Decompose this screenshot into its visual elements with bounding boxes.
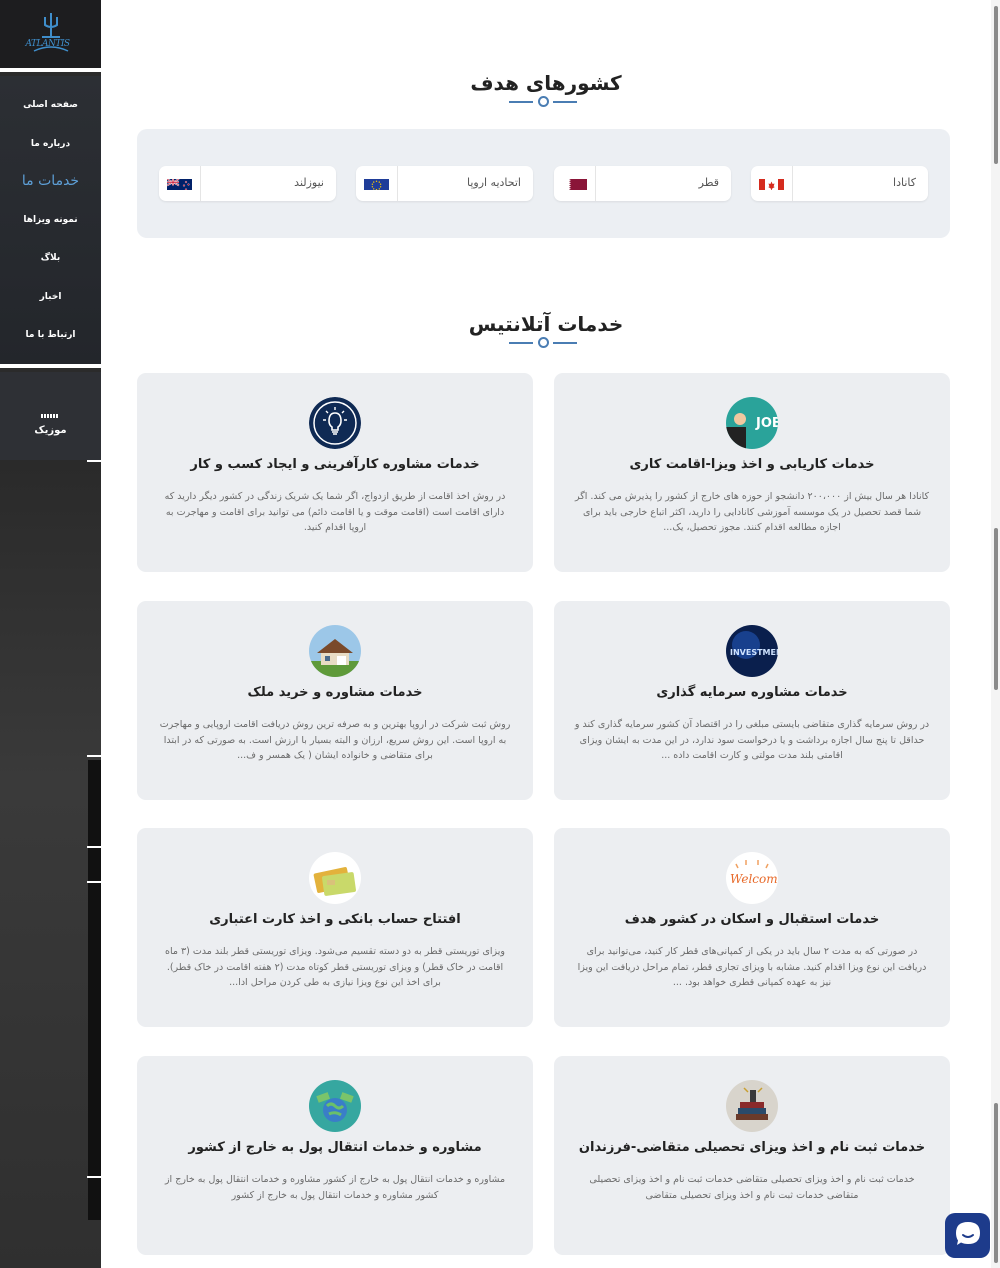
scrollbar-thumb[interactable] (994, 6, 998, 164)
page-scrollbar[interactable] (991, 0, 1000, 1268)
sidebar: ATLANTIS صفحه اصلی درباره ما خدمات ما نم… (0, 0, 101, 1268)
chat-widget-button[interactable] (945, 1213, 990, 1258)
equalizer-icon (41, 413, 59, 420)
money-globe-icon (309, 1080, 361, 1132)
credit-card-icon (309, 852, 361, 904)
logo-text: ATLANTIS (25, 39, 71, 49)
sidebar-tick (87, 755, 101, 757)
card-description: کانادا هر سال بیش از ۲۰۰،۰۰۰ دانشجو از ح… (574, 491, 930, 533)
card-title: خدمات استقبال و اسکان در کشور هدف (624, 912, 880, 927)
house-icon (309, 625, 361, 677)
card-title: خدمات مشاوره کارآفرینی و ایجاد کسب و کار (190, 457, 480, 472)
svg-text:INVESTMENT: INVESTMENT (730, 648, 778, 657)
card-title: خدمات مشاوره و خرید ملک (247, 685, 423, 700)
country-name: اتحادیه اروپا (466, 176, 521, 189)
card-description: روش ثبت شرکت در اروپا بهترین و به صرفه ت… (159, 719, 511, 761)
service-card-investment[interactable]: INVESTMENT خدمات مشاوره سرمایه گذاری در … (554, 601, 950, 800)
nav-item-about[interactable]: درباره ما (0, 139, 101, 149)
card-description: در صورتی که به مدت ۲ سال باید در یکی از … (577, 946, 927, 988)
sidebar-tick (87, 846, 101, 848)
music-label: موزیک (34, 425, 67, 436)
service-card-job[interactable]: JOB خدمات کاریابی و اخذ ویزا-اقامت کاری … (554, 373, 950, 572)
job-icon: JOB (726, 397, 778, 449)
card-description: در روش سرمایه گذاری متقاضی بایستی مبلغی … (574, 719, 930, 761)
country-canada[interactable]: کانادا (751, 166, 928, 201)
card-title: مشاوره و خدمات انتقال پول به خارج از کشو… (188, 1140, 482, 1155)
sidebar-tick (87, 881, 101, 883)
nav-item-visa-samples[interactable]: نمونه ویزاها (0, 215, 101, 225)
service-card-bank-account[interactable]: افتتاح حساب بانکی و اخذ کارت اعتباری ویز… (137, 828, 533, 1027)
scrollbar-thumb[interactable] (994, 528, 998, 690)
card-description: ویزای توریستی قطر به دو دسته تقسیم می‌شو… (165, 946, 505, 988)
lightbulb-icon (309, 397, 361, 449)
svg-text:JOB: JOB (755, 416, 778, 431)
countries-panel: کانادا قطر اتحادیه اروپا نیوزلند (137, 129, 950, 238)
books-icon (726, 1080, 778, 1132)
card-description: خدمات ثبت نام و اخذ ویزای تحصیلی متقاضی … (589, 1174, 915, 1201)
card-title: خدمات مشاوره سرمایه گذاری (656, 685, 848, 700)
chat-bubble-icon (953, 1219, 983, 1253)
country-name: قطر (698, 176, 719, 189)
nav-item-blog[interactable]: بلاگ (0, 253, 101, 263)
card-title: افتتاح حساب بانکی و اخذ کارت اعتباری (209, 912, 461, 927)
svg-text:Welcome: Welcome (730, 872, 778, 886)
scrollbar-thumb[interactable] (994, 1103, 998, 1263)
card-description: در روش اخذ اقامت از طریق ازدواج، اگر شما… (164, 491, 506, 533)
nav-item-services[interactable]: خدمات ما (0, 173, 101, 189)
title-divider (509, 96, 577, 108)
welcome-icon: Welcome (726, 852, 778, 904)
nav-item-home[interactable]: صفحه اصلی (0, 100, 101, 110)
sidebar-tick (87, 460, 101, 462)
title-divider (509, 337, 577, 349)
country-name: نیوزلند (294, 176, 324, 189)
sidebar-nav: صفحه اصلی درباره ما خدمات ما نمونه ویزاه… (0, 76, 101, 368)
card-description: مشاوره و خدمات انتقال پول به خارج از کشو… (164, 1174, 506, 1201)
service-card-money-transfer[interactable]: مشاوره و خدمات انتقال پول به خارج از کشو… (137, 1056, 533, 1255)
country-eu[interactable]: اتحادیه اروپا (356, 166, 533, 201)
investment-icon: INVESTMENT (726, 625, 778, 677)
country-new-zealand[interactable]: نیوزلند (159, 166, 336, 201)
service-card-student-visa[interactable]: خدمات ثبت نام و اخذ ویزای تحصیلی متقاضی-… (554, 1056, 950, 1255)
nav-item-contact[interactable]: ارتباط با ما (0, 330, 101, 340)
service-card-entrepreneurship[interactable]: خدمات مشاوره کارآفرینی و ایجاد کسب و کار… (137, 373, 533, 572)
sidebar-strip (88, 760, 101, 1220)
qatar-flag-icon (562, 177, 587, 190)
atlantis-logo-icon: ATLANTIS (24, 7, 78, 61)
music-toggle[interactable]: موزیک (0, 372, 101, 460)
service-card-property[interactable]: خدمات مشاوره و خرید ملک روش ثبت شرکت در … (137, 601, 533, 800)
country-qatar[interactable]: قطر (554, 166, 731, 201)
card-title: خدمات کاریابی و اخذ ویزا-اقامت کاری (629, 457, 875, 472)
nav-item-news[interactable]: اخبار (0, 292, 101, 302)
service-card-welcome[interactable]: Welcome خدمات استقبال و اسکان در کشور هد… (554, 828, 950, 1027)
sidebar-background (0, 460, 101, 1268)
country-name: کانادا (893, 176, 916, 189)
card-title: خدمات ثبت نام و اخذ ویزای تحصیلی متقاضی-… (578, 1140, 926, 1155)
eu-flag-icon (364, 177, 389, 190)
canada-flag-icon (759, 177, 784, 190)
new-zealand-flag-icon (167, 177, 192, 190)
countries-title: کشورهای هدف (470, 71, 622, 95)
sidebar-tick (87, 1176, 101, 1178)
logo[interactable]: ATLANTIS (0, 0, 101, 72)
services-title: خدمات آتلانتیس (468, 312, 624, 336)
